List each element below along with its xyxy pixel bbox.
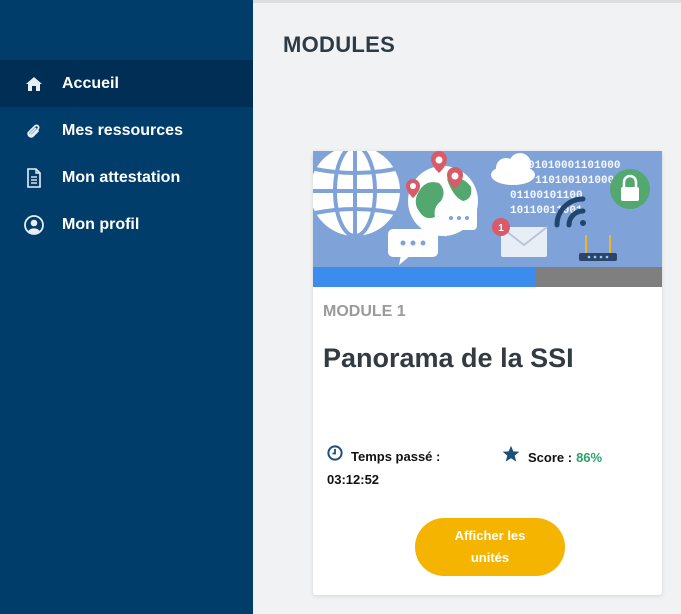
module-title: Panorama de la SSI <box>323 343 574 373</box>
score: Score : 86% <box>502 445 602 470</box>
time-spent-value: 03:12:52 <box>327 472 380 487</box>
star-icon <box>502 445 520 470</box>
padlock-icon <box>610 169 650 209</box>
sidebar-item-accueil[interactable]: Accueil <box>0 60 253 107</box>
module-progress-fill <box>313 267 537 287</box>
sidebar-item-mon-attestation[interactable]: Mon attestation <box>0 154 253 201</box>
sidebar-item-label: Mes ressources <box>62 121 183 139</box>
home-icon <box>23 73 45 95</box>
sidebar-item-label: Mon profil <box>62 215 140 233</box>
sidebar-nav: Accueil Mes ressources Mon attestation M… <box>0 60 253 248</box>
sidebar-item-label: Accueil <box>62 74 119 92</box>
module-banner-image: 01010001101000 1101001010001 01100101100… <box>313 151 662 267</box>
svg-text:1101001010001: 1101001010001 <box>535 175 621 187</box>
time-spent: Temps passé : 03:12:52 <box>327 445 440 491</box>
sidebar-item-mon-profil[interactable]: Mon profil <box>0 201 253 248</box>
module-card: 01010001101000 1101001010001 01100101100… <box>313 151 662 595</box>
show-units-button[interactable]: Afficher les unités <box>415 518 565 576</box>
paperclip-icon <box>23 120 45 142</box>
module-label: MODULE 1 <box>323 303 406 320</box>
time-spent-label: Temps passé : <box>351 449 441 464</box>
svg-text:01010001101000: 01010001101000 <box>528 160 620 172</box>
document-icon <box>23 167 45 189</box>
sidebar-item-label: Mon attestation <box>62 168 181 186</box>
score-value: 86% <box>576 450 603 465</box>
svg-text:1: 1 <box>498 223 504 234</box>
module-progress-bar <box>313 267 662 287</box>
sidebar: Accueil Mes ressources Mon attestation M… <box>0 0 253 614</box>
score-label: Score : <box>528 450 573 465</box>
clock-icon <box>327 445 343 468</box>
top-border <box>253 0 681 3</box>
page-title: MODULES <box>283 32 396 57</box>
user-circle-icon <box>23 214 45 236</box>
sidebar-item-mes-ressources[interactable]: Mes ressources <box>0 107 253 154</box>
